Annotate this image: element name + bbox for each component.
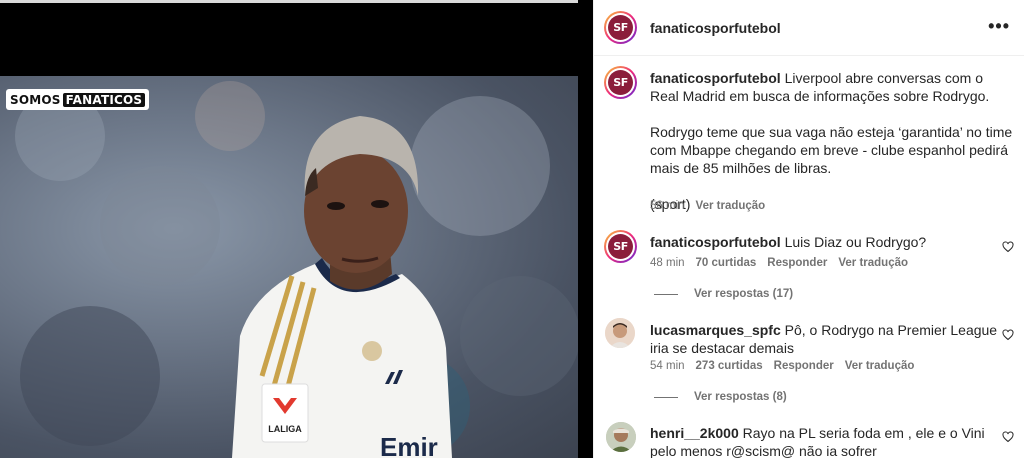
caption-translate-button[interactable]: Ver tradução <box>696 200 766 212</box>
comment-3-avatar-photo <box>606 422 636 452</box>
more-options-icon[interactable]: ••• <box>988 16 1010 37</box>
caption-avatar-logo: SF <box>608 70 633 95</box>
comment-1-translate-button[interactable]: Ver tradução <box>838 257 908 269</box>
comment-2-replies-label: Ver respostas (8) <box>694 391 787 403</box>
brand-watermark-part1: SOMOS <box>10 92 61 107</box>
post-media: LALIGA Emir SOMOS FANATICOS <box>0 0 593 458</box>
comment-1-replies-label: Ver respostas (17) <box>694 288 794 300</box>
comment-2: lucasmarques_spfc Pô, o Rodrygo na Premi… <box>650 321 1015 357</box>
comment-2-likes[interactable]: 273 curtidas <box>696 360 763 372</box>
comment-3-username[interactable]: henri__2k000 <box>650 425 739 441</box>
caption-meta: 56 min Ver tradução <box>650 200 765 212</box>
post-header: SF fanaticosporfutebol ••• <box>594 0 1024 56</box>
comment-2-translate-button[interactable]: Ver tradução <box>845 360 915 372</box>
comment-1: fanaticosporfutebol Luis Diaz ou Rodrygo… <box>650 233 1015 251</box>
comment-1-avatar[interactable]: SF <box>604 230 637 263</box>
comment-1-view-replies[interactable]: Ver respostas (17) <box>654 288 793 300</box>
comment-2-view-replies[interactable]: Ver respostas (8) <box>654 391 787 403</box>
comment-2-time[interactable]: 54 min <box>650 360 685 372</box>
caption-paragraph-2: Rodrygo teme que sua vaga não esteja ‘ga… <box>650 124 1013 176</box>
comment-1-avatar-logo: SF <box>608 234 633 259</box>
post-caption: fanaticosporfutebol Liverpool abre conve… <box>650 69 1015 213</box>
replies-divider-line <box>654 293 678 295</box>
caption-username[interactable]: fanaticosporfutebol <box>650 70 781 86</box>
heart-outline-icon[interactable] <box>1002 329 1014 341</box>
caption-time[interactable]: 56 min <box>650 200 685 212</box>
player-illustration: LALIGA Emir <box>15 81 578 458</box>
replies-divider-line <box>654 396 678 398</box>
comment-1-username[interactable]: fanaticosporfutebol <box>650 234 781 250</box>
caption-avatar[interactable]: SF <box>604 66 637 99</box>
comment-2-avatar[interactable] <box>605 318 635 348</box>
author-avatar[interactable]: SF <box>604 11 637 44</box>
heart-outline-icon[interactable] <box>1002 431 1014 443</box>
author-avatar-logo: SF <box>608 15 633 40</box>
comment-2-username[interactable]: lucasmarques_spfc <box>650 322 781 338</box>
heart-outline-icon[interactable] <box>1002 241 1014 253</box>
brand-watermark: SOMOS FANATICOS <box>6 89 150 110</box>
comment-1-reply-button[interactable]: Responder <box>767 257 827 269</box>
comment-2-avatar-photo <box>605 318 635 348</box>
comment-1-meta: 48 min 70 curtidas Responder Ver traduçã… <box>650 257 908 269</box>
media-black-band <box>0 3 593 76</box>
media-right-strip <box>578 0 593 458</box>
author-username[interactable]: fanaticosporfutebol <box>650 20 781 36</box>
laliga-badge-text: LALIGA <box>268 424 302 434</box>
comment-2-meta: 54 min 273 curtidas Responder Ver traduç… <box>650 360 914 372</box>
comment-3-avatar[interactable] <box>606 422 636 452</box>
post-photo[interactable]: LALIGA Emir <box>0 76 578 458</box>
brand-watermark-part2: FANATICOS <box>62 92 146 107</box>
comment-1-text: Luis Diaz ou Rodrygo? <box>784 234 927 250</box>
comment-1-time[interactable]: 48 min <box>650 257 685 269</box>
comment-3: henri__2k000 Rayo na PL seria foda em , … <box>650 424 1015 458</box>
jersey-sponsor-text: Emir <box>380 432 438 458</box>
comment-2-reply-button[interactable]: Responder <box>774 360 834 372</box>
comment-1-likes[interactable]: 70 curtidas <box>696 257 757 269</box>
post-sidebar: SF fanaticosporfutebol ••• SF fanaticosp… <box>593 0 1024 458</box>
